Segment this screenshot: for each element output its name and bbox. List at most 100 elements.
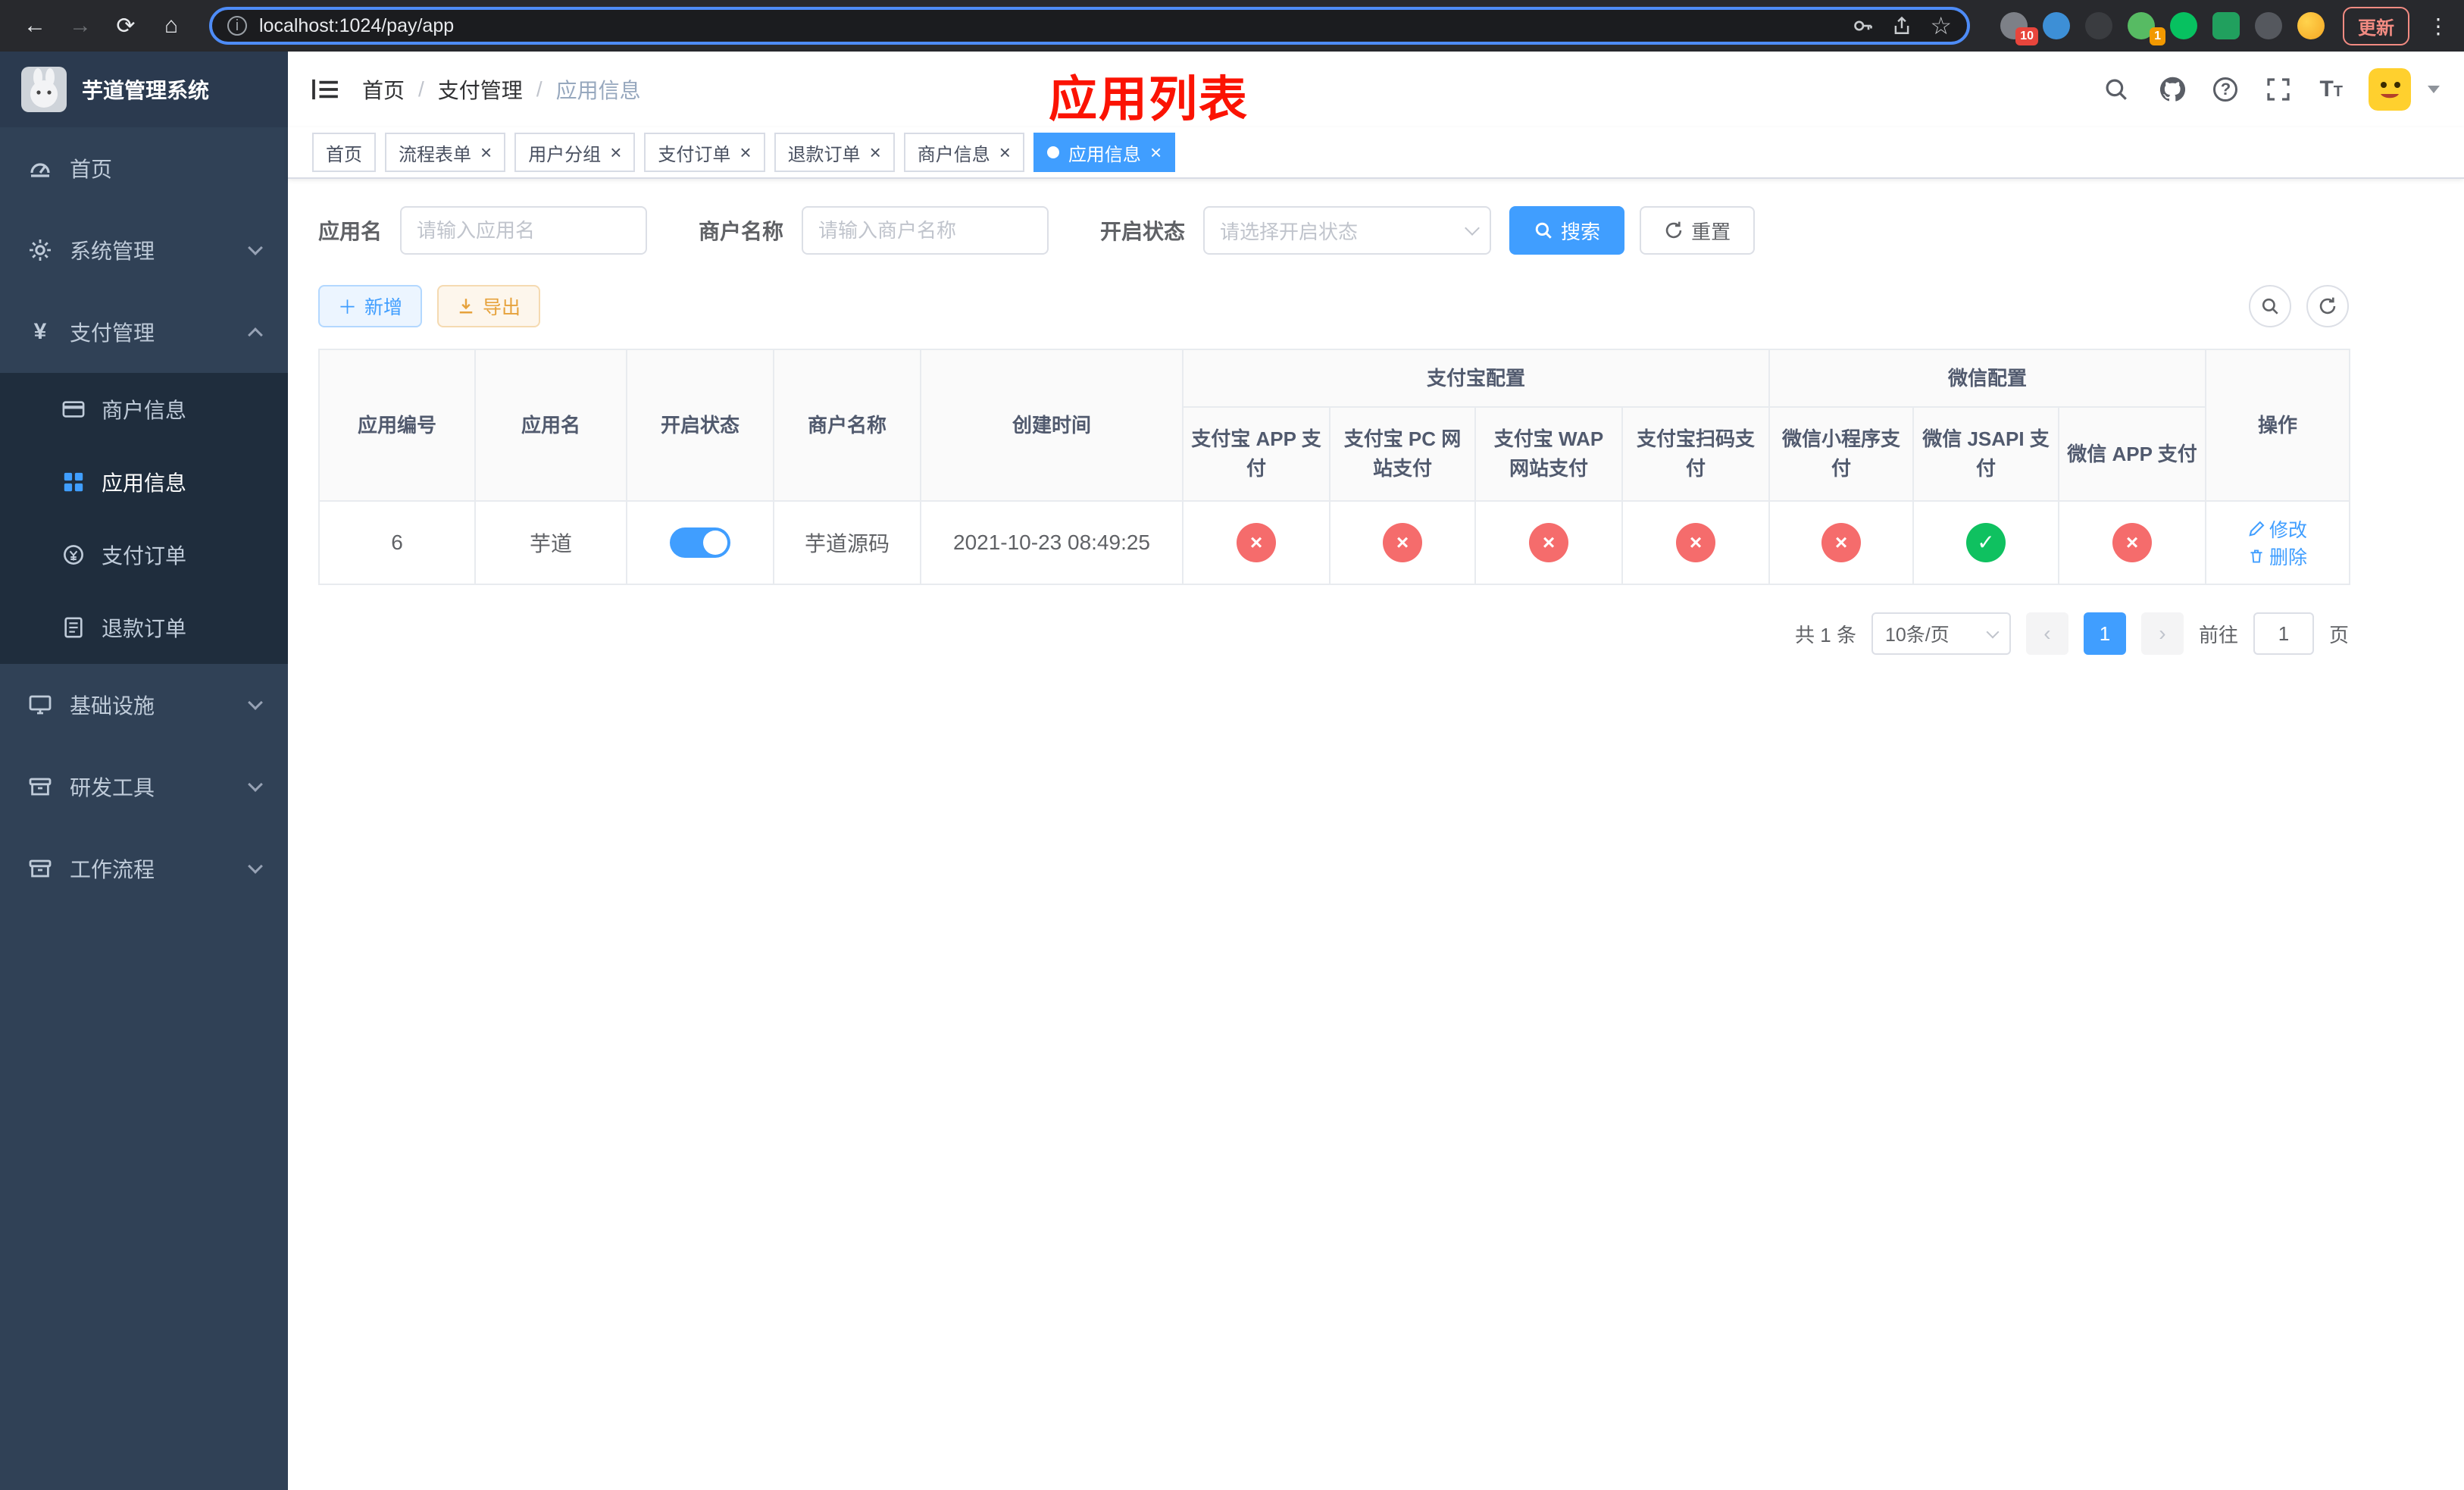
- breadcrumb-home[interactable]: 首页: [362, 74, 405, 105]
- sidebar-item-payment[interactable]: ¥ 支付管理: [0, 291, 288, 373]
- url-text[interactable]: localhost:1024/pay/app: [259, 15, 1834, 37]
- browser-menu-icon[interactable]: ⋮: [2428, 14, 2449, 39]
- next-page-button[interactable]: ›: [2140, 612, 2184, 655]
- app-name-label: 应用名: [318, 220, 383, 243]
- sidebar-item-refund-orders[interactable]: 退款订单: [0, 591, 288, 664]
- add-button[interactable]: ＋ 新增: [318, 285, 423, 327]
- extension-icon-1[interactable]: 10: [2000, 12, 2038, 45]
- refresh-table-button[interactable]: [2306, 285, 2349, 327]
- sidebar-item-dev-tools[interactable]: 研发工具: [0, 746, 288, 828]
- pagination: 共 1 条 10条/页 ‹ 1 › 前往 页: [318, 612, 2349, 655]
- close-icon[interactable]: ×: [870, 142, 881, 162]
- extension-icon-6[interactable]: [2212, 12, 2240, 39]
- toggle-knob: [703, 531, 727, 555]
- sidebar-item-infrastructure[interactable]: 基础设施: [0, 664, 288, 746]
- refresh-icon: [2319, 297, 2336, 315]
- top-navbar: 首页 / 支付管理 / 应用信息 ? TT: [288, 52, 2464, 127]
- user-avatar[interactable]: [2369, 68, 2411, 111]
- close-icon[interactable]: ×: [999, 142, 1011, 162]
- sidebar-item-pay-orders[interactable]: 支付订单: [0, 518, 288, 591]
- status-toggle[interactable]: [670, 527, 730, 558]
- edit-link[interactable]: 修改: [2248, 515, 2307, 543]
- search-icon: [2262, 298, 2278, 315]
- merchant-name-input[interactable]: [802, 206, 1049, 255]
- close-icon[interactable]: ×: [610, 142, 621, 162]
- back-icon[interactable]: ←: [15, 6, 55, 45]
- tab-pay-orders[interactable]: 支付订单 ×: [644, 133, 765, 172]
- col-wechat-app: 微信 APP 支付: [2058, 406, 2207, 502]
- cell-alipay-pc: ×: [1329, 500, 1476, 585]
- tab-app-info[interactable]: 应用信息 ×: [1033, 133, 1176, 172]
- sidebar-item-system[interactable]: 系统管理: [0, 209, 288, 291]
- cell-wechat-jsapi: ✓: [1912, 500, 2060, 585]
- extension-icon-7[interactable]: [2255, 12, 2282, 39]
- status-select[interactable]: 请选择开启状态: [1203, 206, 1492, 255]
- cell-app-name: 芋道: [474, 500, 627, 585]
- app-name-input[interactable]: [400, 206, 648, 255]
- col-alipay-wap: 支付宝 WAP 网站支付: [1474, 406, 1623, 502]
- sidebar-item-home[interactable]: 首页: [0, 127, 288, 209]
- coin-icon: [61, 542, 86, 568]
- chevron-down-icon: [248, 695, 263, 710]
- sidebar-item-label: 应用信息: [102, 471, 187, 495]
- help-icon[interactable]: ?: [2213, 77, 2238, 102]
- sidebar-item-merchant-info[interactable]: 商户信息: [0, 373, 288, 446]
- browser-update-button[interactable]: 更新: [2343, 6, 2409, 45]
- grid-icon: [61, 469, 86, 495]
- chevron-down-icon: [248, 240, 263, 255]
- extension-icon-2[interactable]: [2043, 12, 2070, 39]
- share-icon[interactable]: [1892, 15, 1912, 36]
- url-bar[interactable]: i localhost:1024/pay/app ☆: [209, 7, 1970, 45]
- sidebar-item-label: 商户信息: [102, 399, 187, 422]
- search-button[interactable]: 搜索: [1509, 206, 1625, 255]
- sidebar-submenu-payment: 商户信息 应用信息 支付订单 退款订单: [0, 373, 288, 664]
- col-app-id: 应用编号: [318, 349, 476, 502]
- tab-refund-orders[interactable]: 退款订单 ×: [774, 133, 895, 172]
- forward-icon[interactable]: →: [61, 6, 100, 45]
- extension-icon-5[interactable]: [2170, 12, 2197, 39]
- sidebar: 芋道管理系统 首页 系统管理 ¥ 支付管理 商户信息 应用信息 支付订单 退款订…: [0, 52, 288, 1490]
- page-size-select[interactable]: 10条/页: [1871, 612, 2011, 655]
- chevron-down-icon[interactable]: [2428, 86, 2440, 93]
- site-info-icon[interactable]: i: [227, 16, 247, 36]
- extension-icon-8[interactable]: [2297, 12, 2325, 39]
- cell-alipay-scan: ×: [1621, 500, 1771, 585]
- tab-user-group[interactable]: 用户分组 ×: [514, 133, 636, 172]
- home-icon[interactable]: ⌂: [152, 6, 191, 45]
- extension-icon-3[interactable]: [2085, 12, 2112, 39]
- toggle-search-button[interactable]: [2249, 285, 2291, 327]
- delete-link[interactable]: 删除: [2248, 543, 2307, 570]
- tab-label: 支付订单: [658, 144, 731, 165]
- sidebar-item-app-info[interactable]: 应用信息: [0, 446, 288, 518]
- sidebar-item-workflow[interactable]: 工作流程: [0, 828, 288, 909]
- breadcrumb: 首页 / 支付管理 / 应用信息: [362, 74, 641, 105]
- sidebar-toggle-icon[interactable]: [312, 78, 338, 101]
- search-icon[interactable]: [2101, 74, 2131, 105]
- cross-icon: ×: [1529, 523, 1568, 562]
- status-select-placeholder: 请选择开启状态: [1220, 220, 1359, 243]
- tab-merchant-info[interactable]: 商户信息 ×: [903, 133, 1024, 172]
- breadcrumb-payment[interactable]: 支付管理: [438, 74, 523, 105]
- chevron-down-icon: [1465, 221, 1480, 236]
- sidebar-logo: 芋道管理系统: [0, 52, 288, 127]
- export-button[interactable]: 导出: [437, 285, 541, 327]
- col-alipay-app: 支付宝 APP 支付: [1182, 406, 1330, 502]
- prev-page-button[interactable]: ‹: [2025, 612, 2068, 655]
- close-icon[interactable]: ×: [480, 142, 492, 162]
- bookmark-star-icon[interactable]: ☆: [1930, 11, 1952, 40]
- tab-process-form[interactable]: 流程表单 ×: [385, 133, 506, 172]
- page-1-button[interactable]: 1: [2083, 612, 2126, 655]
- refresh-icon[interactable]: ⟳: [106, 6, 145, 45]
- reset-button-label: 重置: [1691, 220, 1731, 243]
- tab-home[interactable]: 首页: [312, 133, 376, 172]
- font-size-icon[interactable]: TT: [2319, 77, 2343, 102]
- extension-icon-4[interactable]: 1: [2128, 12, 2165, 45]
- navbar-actions: ? TT: [2101, 68, 2440, 111]
- reset-button[interactable]: 重置: [1640, 206, 1756, 255]
- close-icon[interactable]: ×: [740, 142, 751, 162]
- github-icon[interactable]: [2157, 74, 2187, 105]
- goto-page-input[interactable]: [2253, 612, 2314, 655]
- close-icon[interactable]: ×: [1150, 142, 1162, 162]
- password-key-icon[interactable]: [1853, 15, 1874, 36]
- fullscreen-icon[interactable]: [2263, 74, 2294, 105]
